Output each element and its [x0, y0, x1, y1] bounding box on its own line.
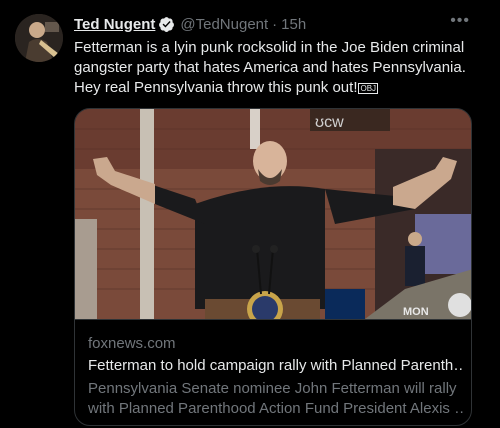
card-domain: foxnews.com [88, 335, 176, 352]
card-meta[interactable]: foxnews.com Fetterman to hold campaign r… [75, 319, 471, 425]
card-description-line1: Pennsylvania Senate nominee John Fetterm… [88, 380, 457, 397]
more-options-icon[interactable]: ••• [450, 12, 470, 30]
avatar[interactable] [15, 14, 63, 62]
card-description-line2: with Planned Parenthood Action Fund Pres… [88, 400, 463, 417]
svg-text:ʊcw: ʊcw [315, 114, 344, 131]
verified-badge-icon [158, 16, 175, 33]
handle[interactable]: @TedNugent [180, 16, 268, 33]
link-card[interactable]: ʊcw MON foxnews.com Fetterman to hold ca… [74, 108, 472, 426]
card-description: Pennsylvania Senate nominee John Fetterm… [88, 379, 463, 419]
photo-sign-text: MON [403, 306, 429, 318]
tweet-article[interactable]: Ted Nugent @TedNugent · 15h ••• Fetterma… [0, 0, 500, 428]
display-name[interactable]: Ted Nugent [74, 16, 155, 33]
separator-dot: · [272, 15, 278, 33]
card-image[interactable]: ʊcw MON [75, 109, 471, 319]
tweet-text-body: Fetterman is a lyin punk rocksolid in th… [74, 39, 466, 96]
timestamp[interactable]: 15h [281, 16, 306, 33]
object-replacement-glyph: OBJ [358, 82, 379, 94]
tweet-text: Fetterman is a lyin punk rocksolid in th… [74, 38, 474, 98]
card-title: Fetterman to hold campaign rally with Pl… [88, 357, 463, 374]
tweet-header: Ted Nugent @TedNugent · 15h [74, 14, 480, 34]
